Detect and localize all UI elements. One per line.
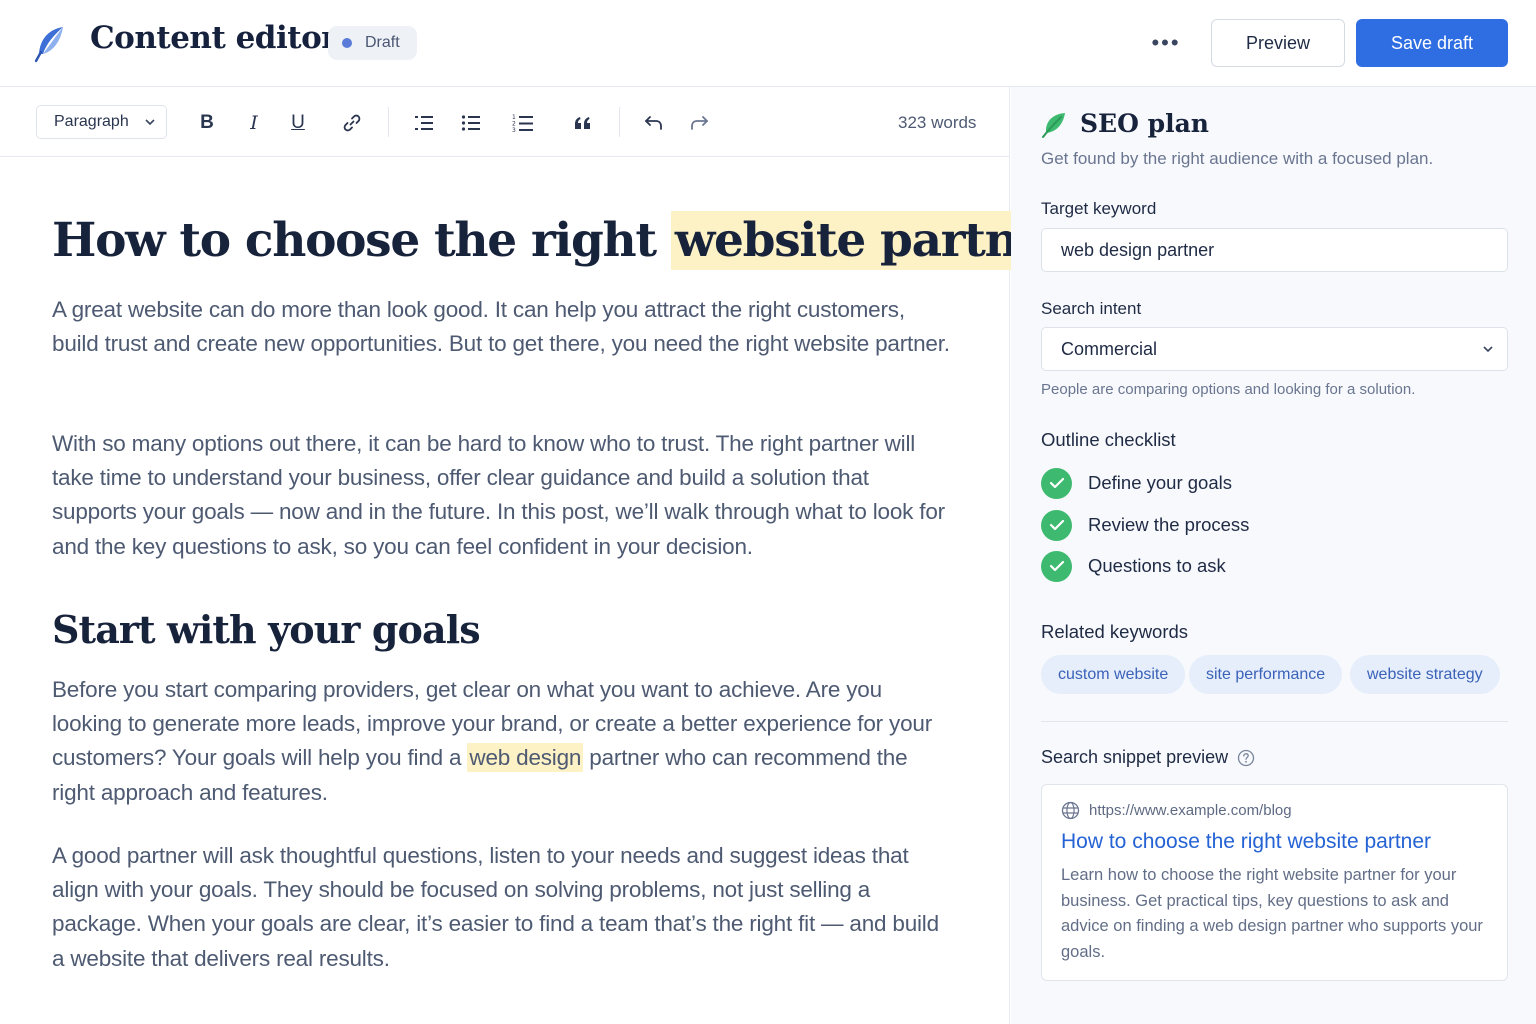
underline-button[interactable]: U (283, 109, 313, 137)
search-intent-value: Commercial (1061, 338, 1158, 359)
status-badge: Draft (328, 26, 417, 60)
leaf-icon (1042, 113, 1065, 138)
formatting-toolbar: Paragraph B I U 1 2 3 323 words (0, 87, 1009, 157)
link-icon (343, 114, 361, 132)
checklist-item-label: Questions to ask (1088, 555, 1226, 576)
keyword-chip[interactable]: custom website (1041, 655, 1186, 694)
numbered-list-icon: 1 2 3 (512, 114, 533, 133)
app-title: Content editor (90, 20, 338, 56)
checklist-item-label: Review the process (1088, 514, 1250, 535)
target-keyword-value: web design partner (1061, 239, 1215, 260)
status-label: Draft (365, 34, 400, 51)
underline-icon: U (291, 112, 305, 133)
snippet-description: Learn how to choose the right website pa… (1061, 866, 1483, 961)
check-icon (1041, 550, 1072, 582)
align-list-button[interactable] (409, 109, 439, 137)
related-keywords-label: Related keywords (1041, 621, 1189, 642)
checklist-item[interactable]: Define your goals (1041, 467, 1232, 499)
block-type-select[interactable]: Paragraph (36, 105, 167, 139)
more-options-button[interactable]: ••• (1146, 26, 1186, 60)
undo-button[interactable] (639, 109, 669, 137)
more-dots-icon: ••• (1151, 30, 1181, 55)
paragraph-2[interactable]: With so many options out there, it can b… (52, 427, 952, 564)
check-icon (1041, 467, 1072, 499)
snippet-title[interactable]: How to choose the right website partner (1061, 830, 1431, 854)
numbered-list-button[interactable]: 1 2 3 (508, 109, 538, 137)
bullet-list-button[interactable] (456, 109, 486, 137)
editor-pane: Paragraph B I U 1 2 3 323 words How to c… (0, 87, 1074, 1024)
block-type-label: Paragraph (54, 113, 129, 130)
target-keyword-input[interactable]: web design partner (1041, 228, 1508, 272)
snippet-preview-label: Search snippet preview (1041, 747, 1229, 767)
snippet-url: https://www.example.com/blog (1089, 802, 1292, 819)
redo-button[interactable] (684, 109, 714, 137)
search-intent-select[interactable]: Commercial (1041, 327, 1508, 371)
snippet-url-row: https://www.example.com/blog (1061, 801, 1292, 820)
undo-icon (645, 116, 662, 130)
keyword-highlight: web design (467, 743, 584, 773)
bold-icon: B (200, 112, 214, 133)
check-icon (1041, 509, 1072, 541)
italic-icon: I (250, 112, 258, 134)
list-indent-icon (415, 116, 433, 130)
bold-button[interactable]: B (192, 109, 222, 137)
quote-icon (575, 117, 590, 129)
chevron-down-icon (145, 119, 155, 126)
title-text: How to choose the right (52, 213, 671, 268)
italic-button[interactable]: I (239, 109, 269, 137)
blockquote-button[interactable] (568, 109, 598, 137)
search-snippet-card: https://www.example.com/blog How to choo… (1041, 784, 1508, 981)
svg-text:3: 3 (512, 127, 516, 133)
panel-subtitle: Get found by the right audience with a f… (1041, 149, 1434, 168)
section-heading[interactable]: Start with your goals (52, 607, 481, 652)
document-title[interactable]: How to choose the right website partner (52, 211, 1074, 270)
panel-title: SEO plan (1080, 109, 1209, 138)
paragraph-4[interactable]: A good partner will ask thoughtful quest… (52, 839, 952, 976)
toolbar-divider (619, 107, 620, 137)
snippet-header: Search snippet preview (1041, 747, 1255, 768)
link-button[interactable] (337, 109, 367, 137)
keyword-chip[interactable]: website strategy (1350, 655, 1500, 694)
panel-divider (1041, 721, 1508, 722)
seo-panel: SEO plan Get found by the right audience… (1011, 87, 1536, 1024)
preview-button[interactable]: Preview (1211, 19, 1345, 67)
help-icon[interactable] (1237, 749, 1255, 767)
toolbar-divider (388, 107, 389, 137)
save-draft-button[interactable]: Save draft (1356, 19, 1508, 67)
checklist-item[interactable]: Questions to ask (1041, 550, 1226, 582)
globe-icon (1061, 801, 1080, 820)
search-intent-label: Search intent (1041, 299, 1142, 318)
keyword-chip[interactable]: site performance (1189, 655, 1343, 694)
feather-logo-icon (34, 27, 63, 63)
search-intent-hint: People are comparing options and looking… (1041, 381, 1416, 398)
chevron-down-icon (1483, 346, 1493, 353)
status-dot-icon (342, 38, 352, 48)
paragraph-1[interactable]: A great website can do more than look go… (52, 293, 952, 361)
target-keyword-label: Target keyword (1041, 199, 1157, 218)
checklist-item-label: Define your goals (1088, 472, 1232, 493)
checklist-item[interactable]: Review the process (1041, 509, 1249, 541)
outline-checklist-label: Outline checklist (1041, 429, 1176, 450)
word-count: 323 words (898, 113, 977, 132)
redo-icon (691, 116, 708, 130)
bullet-list-icon (461, 115, 480, 131)
app-header: Content editor Draft ••• Preview Save dr… (0, 0, 1536, 87)
paragraph-3[interactable]: Before you start comparing providers, ge… (52, 673, 952, 810)
